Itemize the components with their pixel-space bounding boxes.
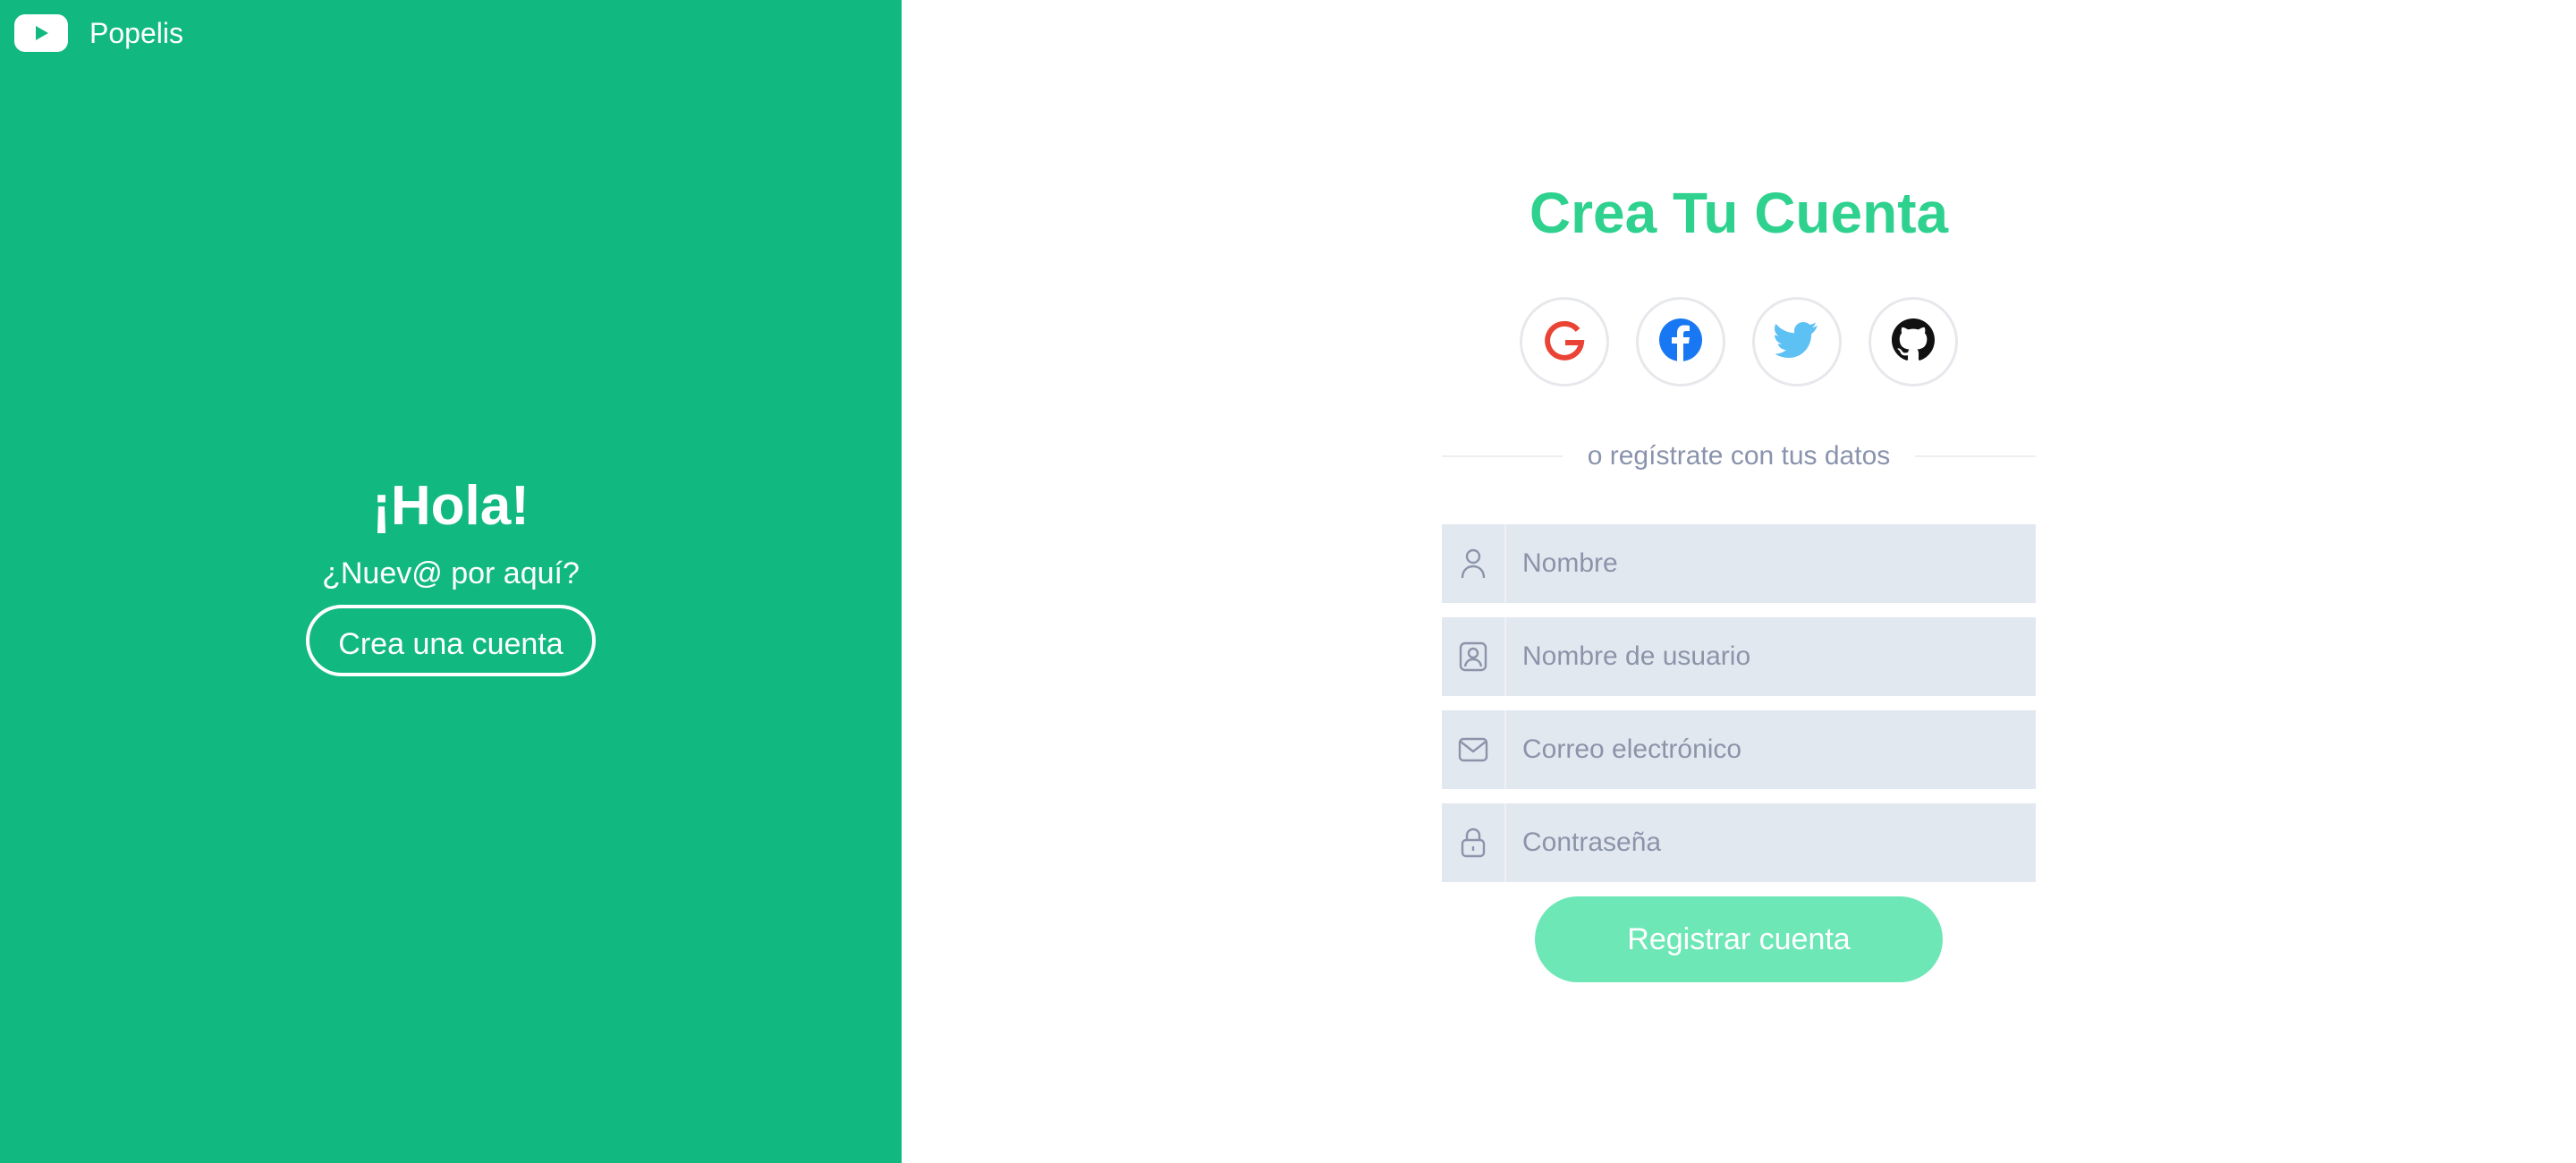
left-panel: Popelis ¡Hola! ¿Nuev@ por aquí? Crea una… bbox=[0, 0, 902, 1163]
welcome-section: ¡Hola! ¿Nuev@ por aquí? Crea una cuenta bbox=[0, 471, 902, 676]
name-input[interactable] bbox=[1506, 523, 2036, 604]
create-account-button[interactable]: Crea una cuenta bbox=[306, 605, 596, 676]
email-input[interactable] bbox=[1506, 709, 2036, 790]
welcome-title: ¡Hola! bbox=[372, 475, 530, 537]
divider-line-right bbox=[1915, 455, 2036, 457]
email-field bbox=[1442, 709, 2036, 790]
twitter-icon bbox=[1775, 321, 1819, 363]
divider-line-left bbox=[1442, 455, 1563, 457]
play-icon bbox=[14, 14, 68, 52]
register-button[interactable]: Registrar cuenta bbox=[1535, 896, 1943, 982]
twitter-login-button[interactable] bbox=[1752, 297, 1842, 386]
brand-name: Popelis bbox=[89, 17, 183, 49]
google-icon bbox=[1540, 316, 1589, 369]
lock-icon bbox=[1442, 803, 1506, 882]
username-field bbox=[1442, 616, 2036, 697]
facebook-icon bbox=[1657, 317, 1704, 368]
user-icon bbox=[1442, 524, 1506, 603]
register-form: Crea Tu Cuenta o regístrate con tus dato… bbox=[1442, 0, 2036, 1163]
brand[interactable]: Popelis bbox=[14, 14, 183, 52]
google-login-button[interactable] bbox=[1520, 297, 1609, 386]
mail-icon bbox=[1442, 710, 1506, 789]
github-icon bbox=[1892, 318, 1935, 366]
social-login-row bbox=[1520, 297, 1958, 388]
divider: o regístrate con tus datos bbox=[1442, 438, 2036, 474]
password-field bbox=[1442, 802, 2036, 883]
username-input[interactable] bbox=[1506, 616, 2036, 697]
form-title: Crea Tu Cuenta bbox=[1529, 181, 1949, 245]
id-card-icon bbox=[1442, 617, 1506, 696]
divider-text: o regístrate con tus datos bbox=[1587, 441, 1891, 471]
github-login-button[interactable] bbox=[1868, 297, 1958, 386]
password-input[interactable] bbox=[1506, 802, 2036, 883]
facebook-login-button[interactable] bbox=[1636, 297, 1725, 386]
welcome-subtitle: ¿Nuev@ por aquí? bbox=[322, 556, 580, 590]
name-field bbox=[1442, 523, 2036, 604]
